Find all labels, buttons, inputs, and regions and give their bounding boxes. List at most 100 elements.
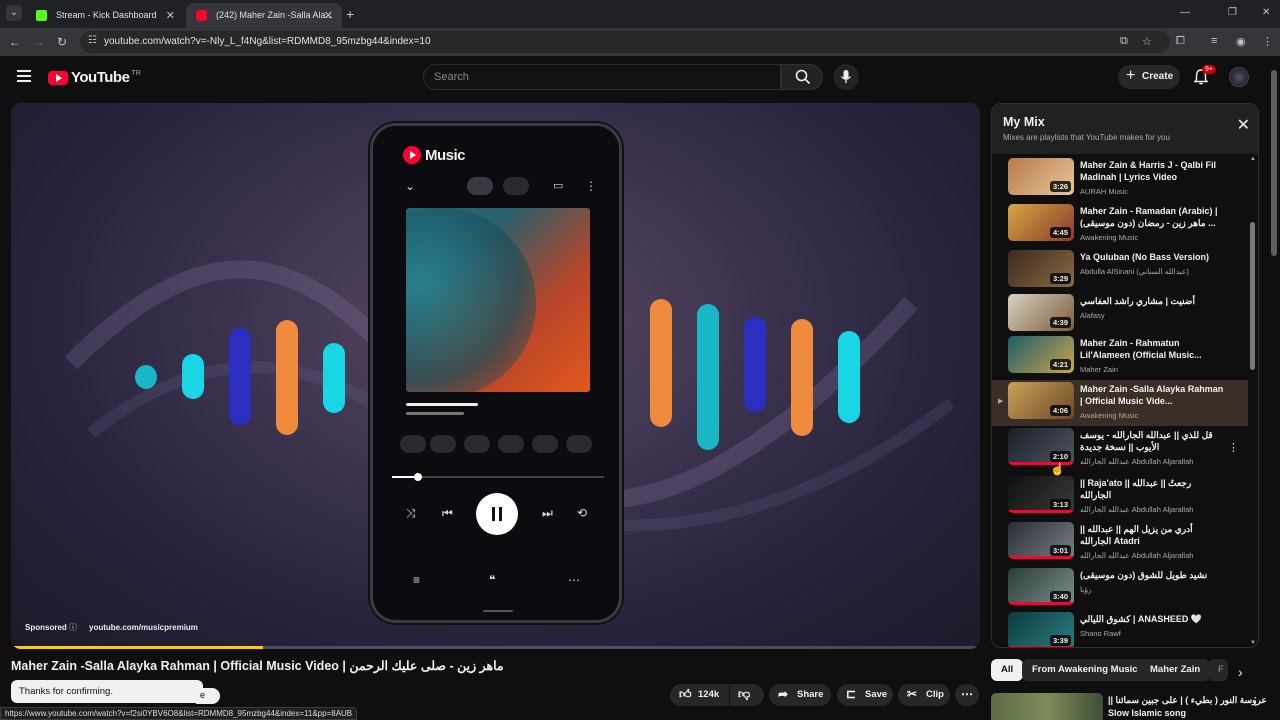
music-app-label: Music xyxy=(425,146,466,164)
youtube-logo[interactable]: YouTube TR xyxy=(48,69,141,86)
recommended-thumbnail[interactable] xyxy=(991,693,1103,720)
close-window-icon[interactable]: ✕ xyxy=(1262,7,1270,18)
home-indicator xyxy=(483,610,513,612)
country-code: TR xyxy=(131,70,141,77)
bookmark-star-icon[interactable]: ☆ xyxy=(1142,35,1152,48)
video-thumbnail[interactable]: 3:40 xyxy=(1008,568,1074,605)
profile-icon[interactable]: ◉ xyxy=(1236,35,1246,48)
voice-search-button[interactable] xyxy=(833,64,859,90)
chevron-right-icon[interactable]: › xyxy=(1238,664,1243,680)
video-thumbnail[interactable]: 3:39 xyxy=(1008,612,1074,647)
forward-icon[interactable]: → xyxy=(33,35,45,49)
dislike-button[interactable]: 👎︎ xyxy=(730,684,764,706)
playlist-item[interactable]: 3:40 نشيد طويل للشوق (دون موسيقى) رؤيا xyxy=(992,566,1248,612)
more-vert-icon[interactable]: ⋮ xyxy=(1228,441,1239,454)
filter-chip[interactable]: F xyxy=(1208,659,1228,681)
recommended-title[interactable]: || عروسة النور ( بطيء ) | على جبين سمائن… xyxy=(1108,695,1267,706)
video-player[interactable]: Music ⌄ ▭ ⋮ ⤨ ⏮ ⏭ ⟲ ≡ ❝ ⋯ Sponsored ⓘ yo… xyxy=(11,103,980,649)
filter-chip[interactable]: From Awakening Music xyxy=(1022,659,1148,681)
video-thumbnail[interactable]: 4:21 xyxy=(1008,336,1074,373)
playlist-item[interactable]: 3:39 كشوق الليالي | ANASHEED 🤍 Shano Rawf xyxy=(992,610,1248,647)
video-thumbnail[interactable]: 3:26 xyxy=(1008,158,1074,195)
playlist-item[interactable]: 3:01 || أدري من يزيل الهم || عبدالله الجا… xyxy=(992,520,1248,566)
filter-chip[interactable]: Maher Zain xyxy=(1140,659,1211,681)
browser-tab-youtube[interactable]: (242) Maher Zain -Salla Ala... ✕ xyxy=(186,3,342,28)
sponsored-url[interactable]: youtube.com/musicpremium xyxy=(89,623,198,632)
info-icon[interactable]: ⓘ xyxy=(69,622,77,633)
reload-icon[interactable]: ↻ xyxy=(57,35,67,49)
create-button[interactable]: Create xyxy=(1118,65,1180,89)
scissors-icon: ✂ xyxy=(907,687,918,701)
comment-icon xyxy=(464,435,490,453)
search-input[interactable]: Search xyxy=(423,64,781,90)
search-button[interactable] xyxy=(781,64,823,90)
tab-close-icon[interactable]: ✕ xyxy=(166,9,175,22)
playlist-item[interactable]: 3:29 Ya Quluban (No Bass Version) Abdulla … xyxy=(992,248,1248,294)
youtube-music-logo: Music xyxy=(403,146,466,164)
browser-menu-icon[interactable]: ⋮ xyxy=(1262,35,1273,48)
tab-close-icon[interactable]: ✕ xyxy=(324,9,333,22)
address-url: youtube.com/watch?v=-Nly_L_f4Ng&list=RDM… xyxy=(104,36,431,47)
tab-search-button[interactable]: ⌄ xyxy=(6,5,22,21)
more-vert-icon[interactable]: ⋮ xyxy=(1250,695,1261,708)
playlist-item[interactable]: 3:26 Maher Zain & Harris J - Qalbi Fil Ma… xyxy=(992,156,1248,202)
media-controls-icon[interactable]: ≡ xyxy=(1211,35,1217,47)
address-bar[interactable]: ☷ youtube.com/watch?v=-Nly_L_f4Ng&list=R… xyxy=(80,31,1170,53)
scroll-down-icon[interactable]: ▼ xyxy=(1250,640,1256,646)
playlist-item[interactable]: 4:06 Maher Zain -Salla Alayka Rahman | Of… xyxy=(992,380,1248,426)
kick-favicon-icon xyxy=(36,10,47,21)
pause-icon xyxy=(476,493,518,535)
browser-tab-kick[interactable]: Stream - Kick Dashboard ✕ xyxy=(26,3,184,28)
video-thumbnail[interactable]: 3:01 xyxy=(1008,522,1074,559)
page-scrollbar[interactable] xyxy=(1271,70,1277,256)
video-thumbnail[interactable]: 3:13 xyxy=(1008,476,1074,513)
audio-bar xyxy=(323,343,345,413)
minimize-window-icon[interactable]: — xyxy=(1180,7,1190,18)
video-thumbnail[interactable]: 2:10 xyxy=(1008,428,1074,465)
sponsored-label: Sponsored xyxy=(25,623,67,632)
video-thumbnail[interactable]: 4:45 xyxy=(1008,204,1074,241)
logo-text: YouTube xyxy=(71,69,130,86)
save-button[interactable]: ⊏ Save xyxy=(837,684,893,706)
extensions-icon[interactable]: ⧠ xyxy=(1176,35,1185,48)
video-thumbnail[interactable]: 4:39 xyxy=(1008,294,1074,331)
back-icon[interactable]: ← xyxy=(9,35,21,49)
playlist-header: My Mix Mixes are playlists that YouTube … xyxy=(992,104,1258,154)
playlist-item[interactable]: 3:13 || Raja'ato || رجعتُ || عبدالله الجا… xyxy=(992,474,1248,520)
playlist-item[interactable]: 2:10 قل للذي || عبدالله الجارالله - يوسف … xyxy=(992,426,1248,472)
save-label: Save xyxy=(865,689,888,700)
audio-bar xyxy=(697,304,719,450)
menu-icon[interactable] xyxy=(17,70,31,82)
playlist-item[interactable]: 4:39 أضنيت | مشاري راشد العفاسي Alafasy xyxy=(992,292,1248,338)
site-info-icon[interactable]: ☷ xyxy=(88,35,97,46)
clip-label: Clip xyxy=(926,689,944,700)
avatar[interactable] xyxy=(1229,67,1249,87)
like-button[interactable]: 👍︎ 124k xyxy=(670,684,729,706)
watched-progress xyxy=(1008,602,1074,605)
video-thumbnail[interactable]: 3:29 xyxy=(1008,250,1074,287)
playlist-scroll-thumb[interactable] xyxy=(1250,222,1255,370)
install-app-icon[interactable]: ⧉ xyxy=(1120,35,1128,48)
clip-button[interactable]: ✂ Clip xyxy=(898,684,950,706)
more-actions-button[interactable]: ⋯ xyxy=(955,684,979,706)
playlist-item[interactable]: 4:21 Maher Zain - Rahmatun Lil'Alameen (O… xyxy=(992,334,1248,380)
video-thumbnail[interactable]: 4:06 xyxy=(1008,382,1074,419)
playlist-item-title: Maher Zain -Salla Alayka Rahman | Offici… xyxy=(1080,384,1224,406)
recommended-title-line2[interactable]: Slow Islamic song xyxy=(1108,708,1186,718)
filter-chip[interactable]: All xyxy=(991,659,1024,681)
duration-badge: 2:10 xyxy=(1049,451,1071,462)
duration-badge: 3:26 xyxy=(1049,181,1071,192)
scroll-up-icon[interactable]: ▲ xyxy=(1250,156,1256,162)
duration-badge: 3:29 xyxy=(1049,273,1071,284)
new-tab-button[interactable]: + xyxy=(346,6,354,22)
repeat-icon: ⟲ xyxy=(577,506,588,520)
playlist-item-title: Maher Zain & Harris J - Qalbi Fil Madina… xyxy=(1080,160,1217,182)
video-progress-bar[interactable] xyxy=(11,646,980,649)
tab-title: Stream - Kick Dashboard xyxy=(56,10,157,20)
restore-window-icon[interactable]: ❐ xyxy=(1228,7,1237,18)
close-icon[interactable]: ✕ xyxy=(1237,115,1250,135)
video-title: Maher Zain -Salla Alayka Rahman | Offici… xyxy=(11,659,504,673)
playlist-item[interactable]: 4:45 Maher Zain - Ramadan (Arabic) | ماهر… xyxy=(992,202,1248,248)
share-button[interactable]: ➦ Share xyxy=(769,684,831,706)
playlist-item-title: نشيد طويل للشوق (دون موسيقى) xyxy=(1080,570,1208,580)
